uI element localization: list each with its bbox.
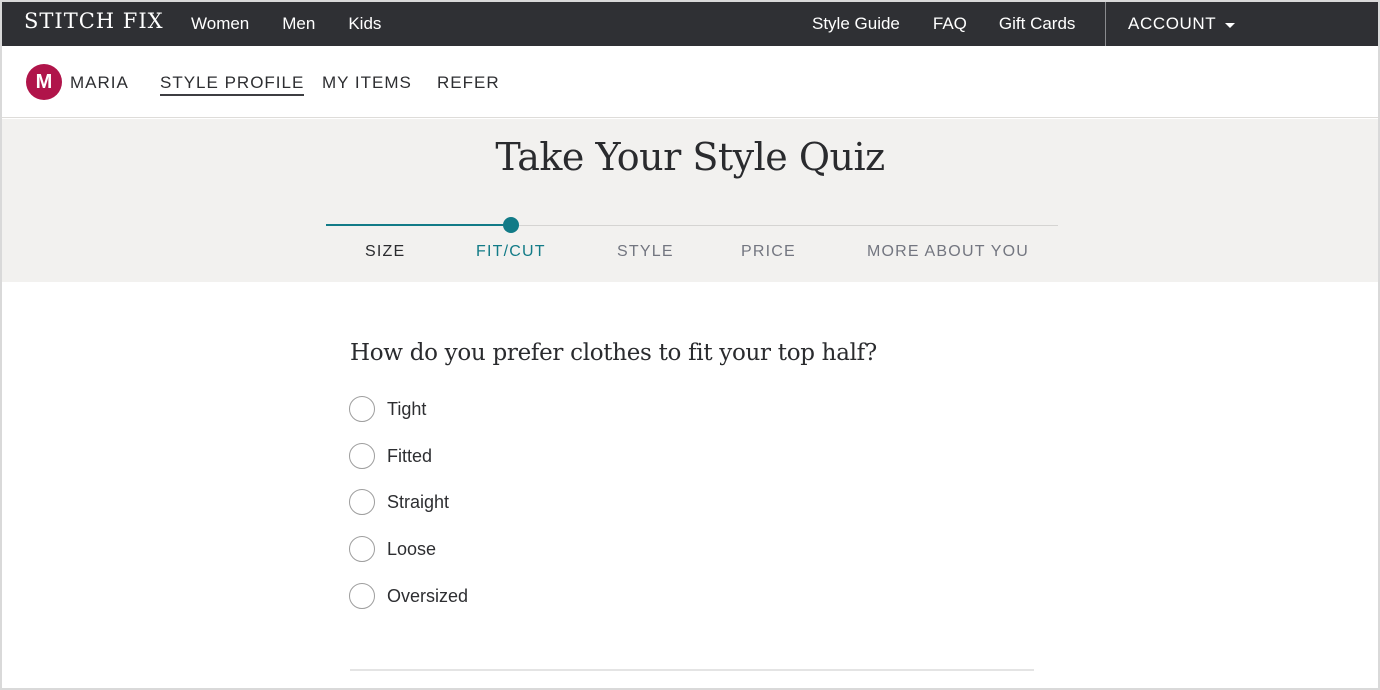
caret-down-icon [1225, 22, 1236, 28]
nav-men[interactable]: Men [282, 14, 315, 34]
user-name[interactable]: MARIA [70, 73, 129, 93]
subnav-item-refer[interactable]: REFER [437, 73, 500, 93]
option-oversized[interactable]: Oversized [349, 583, 468, 609]
primary-nav: Women Men Kids [191, 2, 414, 46]
nav-gift-cards[interactable]: Gift Cards [999, 14, 1076, 34]
page-title: Take Your Style Quiz [495, 135, 885, 179]
step-more-about-you[interactable]: MORE ABOUT YOU [867, 243, 1029, 261]
quiz-header: Take Your Style Quiz SIZE FIT/CUT STYLE … [2, 119, 1378, 282]
stitch-fix-logo[interactable]: STITCH FIX [24, 9, 164, 33]
page-frame: STITCH FIX Women Men Kids Style Guide FA… [2, 2, 1378, 688]
radio-button[interactable] [349, 489, 375, 515]
step-size[interactable]: SIZE [365, 243, 405, 261]
radio-button[interactable] [349, 583, 375, 609]
radio-button[interactable] [349, 443, 375, 469]
option-straight[interactable]: Straight [349, 489, 449, 515]
account-label: ACCOUNT [1128, 14, 1217, 33]
section-divider [350, 669, 1034, 671]
question-text: How do you prefer clothes to fit your to… [350, 340, 877, 366]
nav-women[interactable]: Women [191, 14, 249, 34]
step-fit-cut[interactable]: FIT/CUT [476, 243, 546, 261]
nav-kids[interactable]: Kids [348, 14, 381, 34]
nav-faq[interactable]: FAQ [933, 14, 967, 34]
nav-divider [1105, 2, 1106, 46]
step-style[interactable]: STYLE [617, 243, 674, 261]
account-dropdown[interactable]: ACCOUNT [1128, 2, 1236, 46]
profile-subnav: M MARIA STYLE PROFILE MY ITEMS REFER [2, 46, 1378, 118]
radio-button[interactable] [349, 536, 375, 562]
nav-style-guide[interactable]: Style Guide [812, 14, 900, 34]
progress-fill [326, 224, 511, 226]
option-label: Straight [387, 491, 450, 512]
option-loose[interactable]: Loose [349, 536, 436, 562]
option-tight[interactable]: Tight [349, 396, 426, 422]
secondary-nav: Style Guide FAQ Gift Cards [812, 2, 1075, 46]
radio-button[interactable] [349, 396, 375, 422]
option-label: Fitted [387, 445, 433, 466]
option-label: Tight [387, 398, 427, 419]
subnav-item-my-items[interactable]: MY ITEMS [322, 73, 412, 93]
option-fitted[interactable]: Fitted [349, 443, 432, 469]
option-label: Loose [387, 538, 437, 559]
option-label: Oversized [387, 585, 469, 606]
progress-indicator-dot [502, 217, 519, 233]
avatar[interactable]: M [26, 64, 62, 100]
step-price[interactable]: PRICE [741, 243, 796, 261]
top-navigation-bar: STITCH FIX Women Men Kids Style Guide FA… [2, 2, 1378, 46]
subnav-item-style-profile[interactable]: STYLE PROFILE [160, 73, 305, 96]
